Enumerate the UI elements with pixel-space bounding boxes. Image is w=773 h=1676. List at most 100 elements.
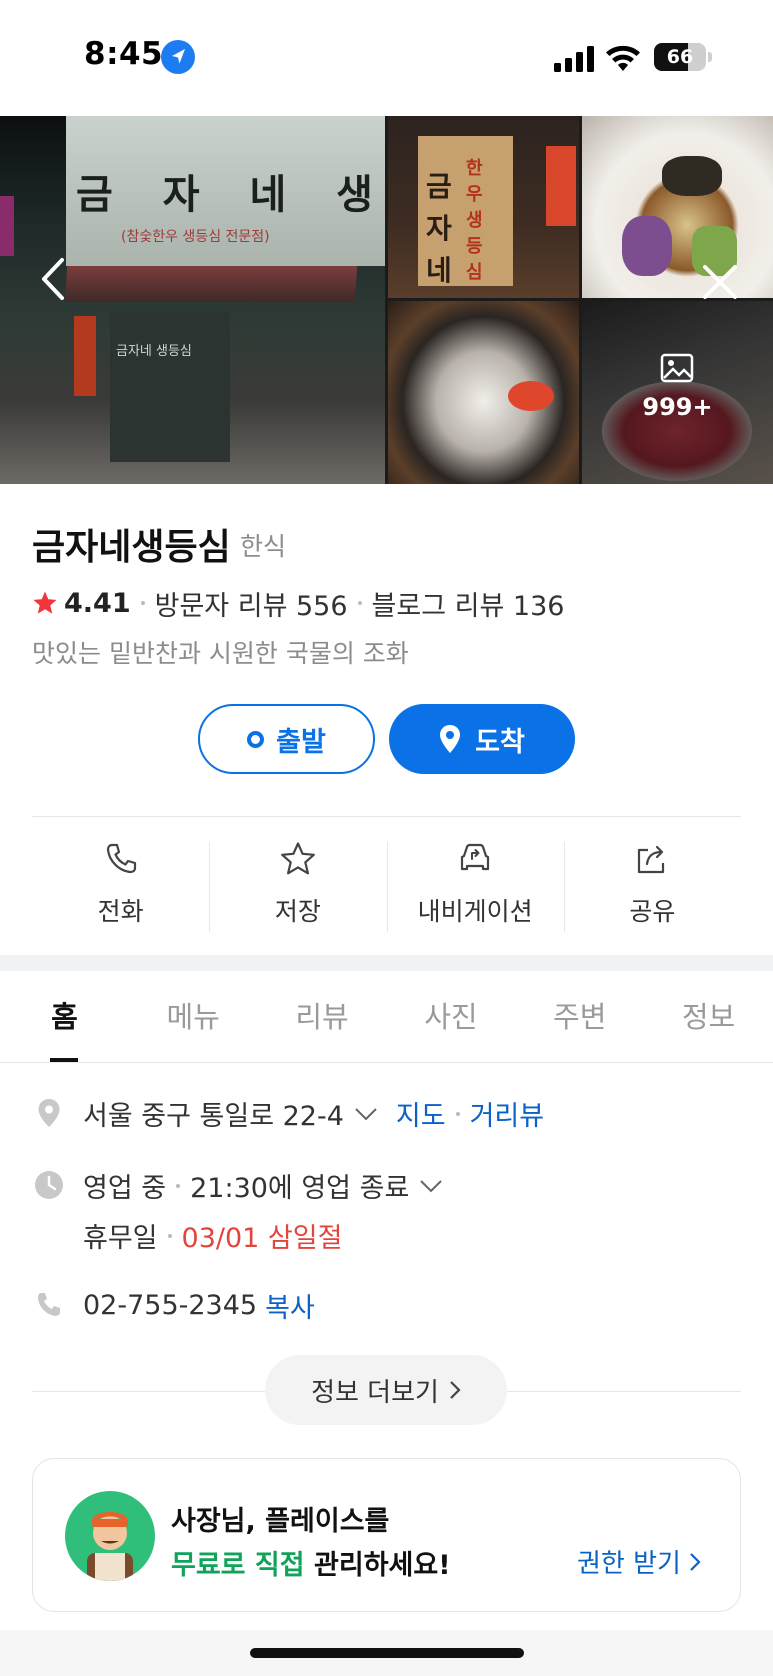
tab-photos[interactable]: 사진 [386, 971, 515, 1062]
owner-promo-line1: 사장님, 플레이스를 [171, 1506, 390, 1537]
store-sign-subtitle: (참숯한우 생등심 전문점) [121, 229, 270, 245]
separator-dot [176, 1183, 181, 1188]
photo-entrance[interactable]: 금자네 한우생등심 [388, 116, 579, 298]
share-icon [638, 845, 665, 874]
tab-info[interactable]: 정보 [644, 971, 773, 1062]
home-indicator[interactable] [250, 1648, 524, 1658]
start-route-button[interactable]: 출발 [198, 704, 375, 774]
chevron-right-icon [450, 1381, 461, 1399]
place-category: 한식 [240, 532, 287, 561]
share-label: 공유 [629, 897, 676, 926]
star-icon [33, 591, 57, 614]
close-icon[interactable] [700, 262, 740, 302]
neon-sign-decoration [0, 196, 14, 256]
start-route-label: 출발 [276, 726, 326, 758]
chevron-right-icon [690, 1552, 701, 1571]
food-detail [662, 156, 722, 196]
cellular-signal-icon [554, 46, 594, 72]
owner-promo-line2: 무료로 직접 관리하세요! [171, 1543, 451, 1582]
navigation-button[interactable]: 내비게이션 [386, 830, 564, 940]
divider [32, 816, 741, 817]
navigation-label: 내비게이션 [417, 897, 533, 926]
address-row: 서울 중구 통일로 22-4 지도 거리뷰 [83, 1094, 544, 1133]
entrance-poster [546, 146, 576, 226]
more-info-label: 정보 더보기 [311, 1377, 439, 1408]
copy-phone-link[interactable]: 복사 [265, 1286, 315, 1325]
tab-menu[interactable]: 메뉴 [129, 971, 258, 1062]
entrance-board-text: 금자네 [426, 170, 452, 287]
streetview-link[interactable]: 거리뷰 [470, 1094, 545, 1133]
status-time: 8:45 [84, 36, 164, 72]
separator-dot [455, 1111, 460, 1116]
store-sign-title: 금 자 네 생 등 심 [76, 172, 385, 218]
photo-gallery[interactable]: 금 자 네 생 등 심 (참숯한우 생등심 전문점) 금자네 생등심 금자네 한… [0, 116, 773, 484]
phone-number[interactable]: 02-755-2345 [83, 1290, 257, 1321]
phone-icon [38, 1293, 60, 1316]
holiday-value: 03/01 삼일절 [181, 1223, 343, 1254]
more-info-button[interactable]: 정보 더보기 [265, 1355, 507, 1425]
arrive-route-label: 도착 [475, 726, 525, 758]
closing-time: 21:30에 영업 종료 [190, 1173, 410, 1204]
photo-bibimbap[interactable] [582, 116, 773, 298]
phone-icon [106, 843, 136, 874]
back-chevron-icon[interactable] [36, 256, 70, 302]
address-text: 서울 중구 통일로 22-4 [83, 1101, 344, 1132]
rating-value: 4.41 [64, 587, 131, 619]
battery-icon: 66 [654, 43, 706, 71]
status-bar: 8:45 66 [0, 0, 773, 116]
chevron-down-icon[interactable] [354, 1107, 378, 1121]
save-label: 저장 [274, 897, 321, 926]
place-tagline: 맛있는 밑반찬과 시원한 국물의 조화 [32, 639, 409, 668]
request-permission-link[interactable]: 권한 받기 [577, 1543, 701, 1580]
origin-dot-icon [247, 730, 265, 748]
action-bar: 전화 저장 내비게이션 공유 [32, 830, 741, 940]
owner-promo-card[interactable]: 사장님, 플레이스를 무료로 직접 관리하세요! 권한 받기 [32, 1458, 741, 1612]
store-sign: 금 자 네 생 등 심 (참숯한우 생등심 전문점) [66, 116, 385, 266]
holiday-label: 휴무일 [83, 1223, 158, 1254]
hours-row[interactable]: 영업 중 21:30에 영업 종료 [83, 1166, 443, 1205]
location-pin-icon [440, 725, 461, 753]
store-door: 금자네 생등심 [110, 312, 230, 462]
share-button[interactable]: 공유 [563, 830, 741, 940]
tab-bar: 홈 메뉴 리뷰 사진 주변 정보 [0, 971, 773, 1063]
battery-tip [708, 52, 712, 62]
entrance-board-side-text: 한우생등심 [466, 158, 483, 283]
grill-ember [508, 381, 554, 411]
separator-dot [357, 601, 362, 605]
separator-dot [140, 601, 145, 605]
open-status: 영업 중 [83, 1173, 167, 1204]
call-button[interactable]: 전화 [32, 830, 209, 940]
place-name: 금자네생등심 [32, 527, 231, 568]
owner-promo-rest: 관리하세요! [304, 1550, 451, 1581]
chevron-down-icon[interactable] [419, 1179, 443, 1193]
tab-home[interactable]: 홈 [0, 971, 129, 1062]
door-text: 금자네 생등심 [116, 344, 192, 359]
owner-avatar [65, 1491, 155, 1581]
tab-reviews[interactable]: 리뷰 [258, 971, 387, 1062]
car-navigation-icon [461, 843, 490, 871]
holiday-row: 휴무일 03/01 삼일절 [83, 1216, 342, 1255]
call-label: 전화 [97, 897, 144, 926]
location-arrow-icon [161, 40, 195, 74]
phone-row: 02-755-2345 복사 [83, 1286, 315, 1325]
image-icon [660, 353, 694, 383]
location-pin-icon [38, 1099, 60, 1127]
photo-more[interactable]: 999+ [582, 301, 773, 484]
separator-dot [167, 1233, 172, 1238]
photo-charcoal-grill[interactable] [388, 301, 579, 484]
star-outline-icon [280, 842, 315, 875]
save-button[interactable]: 저장 [209, 830, 386, 940]
battery-percent: 66 [666, 46, 694, 68]
visitor-reviews-link[interactable]: 방문자 리뷰 556 [155, 584, 348, 623]
wifi-icon [606, 45, 640, 71]
request-permission-label: 권한 받기 [577, 1549, 681, 1579]
tab-nearby[interactable]: 주변 [515, 971, 644, 1062]
awning [64, 266, 358, 302]
blog-reviews-link[interactable]: 블로그 리뷰 136 [372, 584, 565, 623]
photo-count: 999+ [642, 393, 713, 421]
arrive-route-button[interactable]: 도착 [389, 704, 575, 774]
map-link[interactable]: 지도 [396, 1094, 446, 1133]
clock-icon [35, 1171, 63, 1199]
food-detail [622, 216, 672, 276]
owner-promo-highlight: 무료로 직접 [171, 1550, 305, 1581]
